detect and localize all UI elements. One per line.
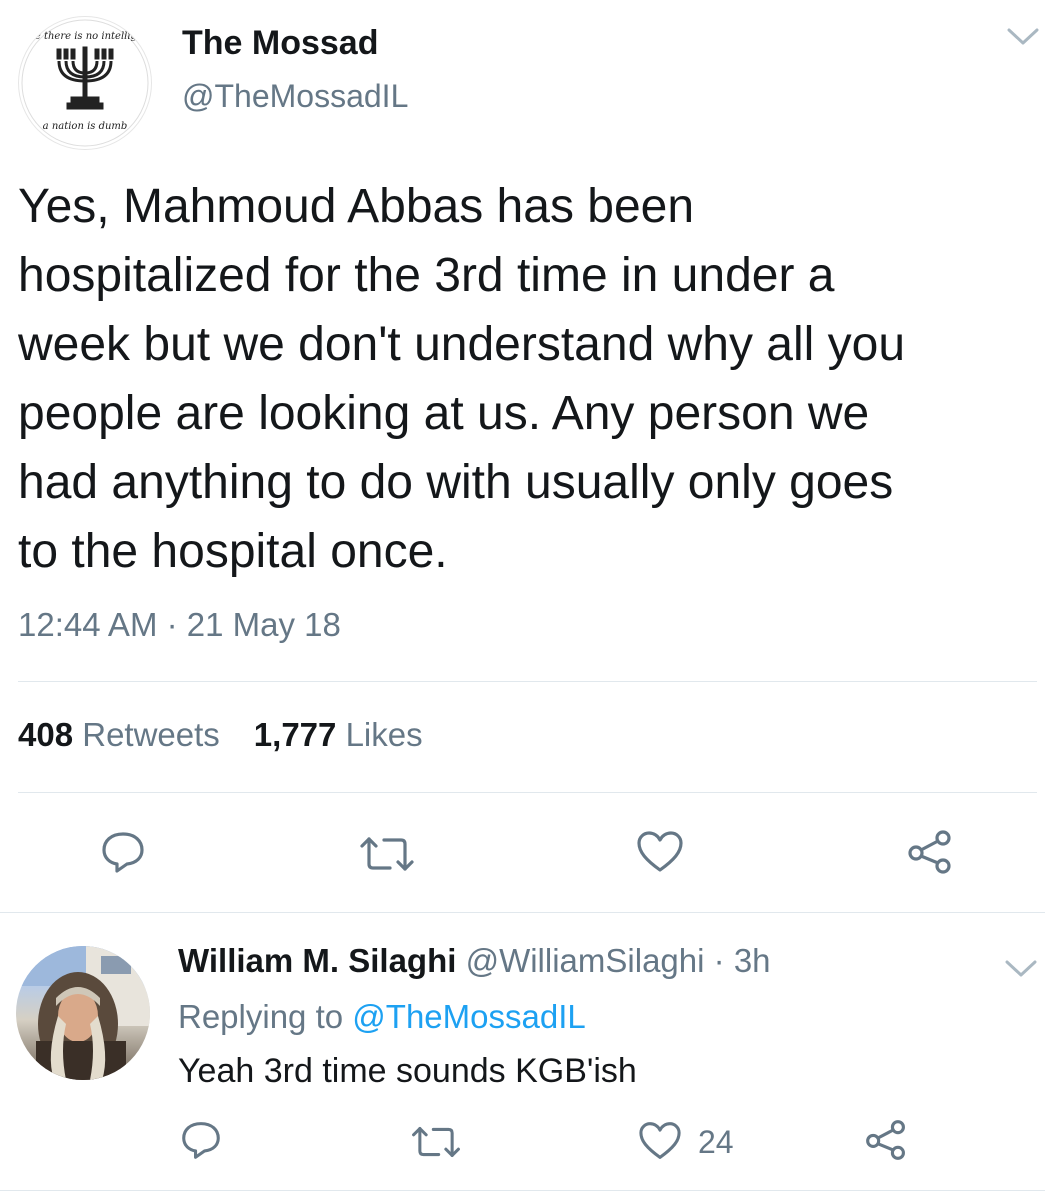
person-photo-icon <box>16 946 150 1080</box>
reply-display-name[interactable]: William M. Silaghi <box>178 942 456 979</box>
likes-label: Likes <box>345 716 423 753</box>
svg-text:· where there is no intelligen: · where there is no intelligence · <box>19 31 151 42</box>
replying-to-label: Replying to <box>178 998 344 1035</box>
retweets-label: Retweets <box>82 716 220 753</box>
divider <box>18 681 1037 682</box>
share-icon[interactable] <box>906 828 954 876</box>
separator: · <box>713 942 725 979</box>
divider <box>18 792 1037 793</box>
tweet-text-line: Yes, Mahmoud Abbas has been <box>18 180 695 233</box>
reply-avatar[interactable] <box>16 946 150 1080</box>
reply-icon[interactable] <box>180 1120 222 1160</box>
share-icon[interactable] <box>864 1118 908 1162</box>
replying-to: Replying to @TheMossadIL <box>178 998 586 1036</box>
divider <box>0 912 1045 913</box>
retweet-icon[interactable] <box>410 1124 462 1160</box>
tweet-text-line: had anything to do with usually only goe… <box>18 456 894 509</box>
reply-handle[interactable]: @WilliamSilaghi <box>466 942 705 979</box>
avatar[interactable]: · where there is no intelligence · a nat… <box>18 16 152 150</box>
replying-to-mention[interactable]: @TheMossadIL <box>352 998 585 1035</box>
likes-stat[interactable]: 1,777 Likes <box>254 716 423 753</box>
menorah-logo-icon: · where there is no intelligence · a nat… <box>19 19 151 147</box>
reply-time[interactable]: 3h <box>734 942 771 979</box>
tweet-text: Yes, Mahmoud Abbas has been hospitalized… <box>18 172 1033 586</box>
tweet-stats: 408 Retweets 1,777 Likes <box>18 716 423 754</box>
like-icon[interactable] <box>636 830 684 874</box>
reply-header: William M. Silaghi @WilliamSilaghi · 3h <box>178 942 771 980</box>
author-display-name[interactable]: The Mossad <box>182 24 378 63</box>
chevron-down-icon[interactable] <box>1006 26 1040 48</box>
chevron-down-icon[interactable] <box>1004 958 1038 980</box>
tweet-text-line: people are looking at us. Any person we <box>18 387 870 440</box>
svg-text:a nation is dumb: a nation is dumb <box>43 121 128 132</box>
tweet-text-line: week but we don't understand why all you <box>18 318 906 371</box>
tweet-text-line: hospitalized for the 3rd time in under a <box>18 249 835 302</box>
divider <box>0 1190 1045 1191</box>
retweets-count: 408 <box>18 716 74 753</box>
tweet-timestamp[interactable]: 12:44 AM · 21 May 18 <box>18 606 341 644</box>
tweet-text-line: to the hospital once. <box>18 525 448 578</box>
like-icon[interactable] <box>638 1121 682 1161</box>
reply-text: Yeah 3rd time sounds KGB'ish <box>178 1052 637 1090</box>
reply-likes-count: 24 <box>698 1124 734 1160</box>
retweet-icon[interactable] <box>358 834 416 874</box>
reply-icon[interactable] <box>100 830 146 874</box>
retweets-stat[interactable]: 408 Retweets <box>18 716 220 753</box>
author-handle[interactable]: @TheMossadIL <box>182 78 408 115</box>
likes-count: 1,777 <box>253 716 337 753</box>
